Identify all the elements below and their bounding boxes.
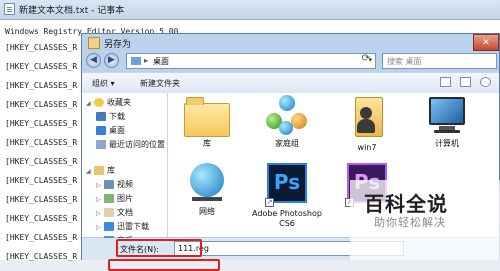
download-icon [96,112,106,121]
preview-pane-icon[interactable] [460,77,471,87]
help-icon[interactable] [480,77,491,87]
refresh-icon[interactable]: ⟳ [356,53,376,69]
nav-item-pictures[interactable]: ▷ 图片 [96,193,133,204]
file-item-libraries[interactable]: 库 [172,97,242,149]
homegroup-icon [266,95,308,137]
desktop-icon [96,126,106,135]
xunlei-icon [104,222,114,231]
notepad-title-bar: 新建文本文档.txt - 记事本 [0,0,500,20]
library-folder-icon [184,97,230,137]
pictures-icon [104,194,114,203]
search-placeholder: 搜索 桌面 [387,57,422,66]
navigation-pane: ◢ 收藏夹 下载 桌面 最近访问的位置 ◢ 库 ▷ 视频 ▷ 图片 ▷ 文档 ▷ 迅雷下载 … [82,93,168,245]
notepad-line: [HKEY_CLASSES_R [5,100,78,109]
nav-libraries[interactable]: ◢ 库 [86,165,115,176]
notepad-line: [HKEY_CLASSES_R [5,43,78,52]
nav-favorites[interactable]: ◢ 收藏夹 [86,97,131,108]
desktop-folder-icon [131,57,141,65]
close-button[interactable]: ✕ [473,34,499,51]
notepad-line: [HKEY_CLASSES_R [5,157,78,166]
recent-places-icon [96,140,106,149]
toolbar: 组织 ▾ 新建文件夹 [82,72,499,94]
nav-item-recent[interactable]: 最近访问的位置 [96,139,165,150]
notepad-line: [HKEY_CLASSES_R [5,81,78,90]
notepad-line: [HKEY_CLASSES_R [5,62,78,71]
shortcut-arrow-icon: ↗ [265,198,274,207]
nav-item-desktop[interactable]: 桌面 [96,125,125,136]
network-icon [186,163,228,205]
save-as-icon [88,37,100,49]
new-folder-button[interactable]: 新建文件夹 [140,78,180,89]
notepad-line: [HKEY_CLASSES_R [5,138,78,147]
watermark: 百科全说 助你轻松解决 [350,180,500,260]
highlight-box [108,259,220,271]
nav-item-documents[interactable]: ▷ 文档 [96,207,133,218]
library-icon [94,166,104,175]
notepad-line: [HKEY_CLASSES_R [5,176,78,185]
dialog-title: 另存为 [104,40,132,50]
view-options-icon[interactable] [440,77,451,87]
photoshop-icon: Ps ↗ [265,163,309,207]
breadcrumb-separator[interactable]: ▸ [144,56,148,65]
forward-icon[interactable]: ▶ [104,53,119,68]
watermark-title: 百科全说 [364,192,448,216]
breadcrumb-desktop[interactable]: 桌面 [153,56,169,67]
highlight-box [116,239,202,257]
nav-item-xunlei[interactable]: ▷ 迅雷下载 [96,221,149,232]
notepad-title: 新建文本文档.txt - 记事本 [19,6,125,16]
file-item-network[interactable]: 网络 [172,163,242,217]
nav-item-videos[interactable]: ▷ 视频 [96,179,133,190]
notepad-line: [HKEY_CLASSES_R [5,214,78,223]
search-input[interactable]: 搜索 桌面 [382,53,497,69]
file-item-homegroup[interactable]: 家庭组 [252,95,322,149]
notepad-line: [HKEY_CLASSES_R [5,233,78,242]
back-icon[interactable]: ◀ [86,53,101,68]
watermark-subtitle: 助你轻松解决 [374,216,446,229]
notepad-line: [HKEY_CLASSES_R [5,119,78,128]
organize-button[interactable]: 组织 ▾ [92,78,115,89]
nav-item-downloads[interactable]: 下载 [96,111,125,122]
file-item-computer[interactable]: 计算机 [412,95,482,149]
documents-icon [104,208,114,217]
user-folder-icon [349,93,385,141]
video-icon [104,180,114,189]
file-item-photoshop[interactable]: Ps ↗ Adobe Photoshop CS6 [252,163,322,229]
notepad-icon [4,3,15,15]
notepad-line: [HKEY_CLASSES_R [5,195,78,204]
address-row: ◀ ▶ ▸ 桌面 ▾ ⟳ 搜索 桌面 [86,52,497,72]
star-icon [94,98,104,107]
computer-icon [425,95,469,137]
address-bar[interactable]: ▸ 桌面 ▾ [126,53,376,69]
file-item-win7[interactable]: win7 [332,93,402,153]
